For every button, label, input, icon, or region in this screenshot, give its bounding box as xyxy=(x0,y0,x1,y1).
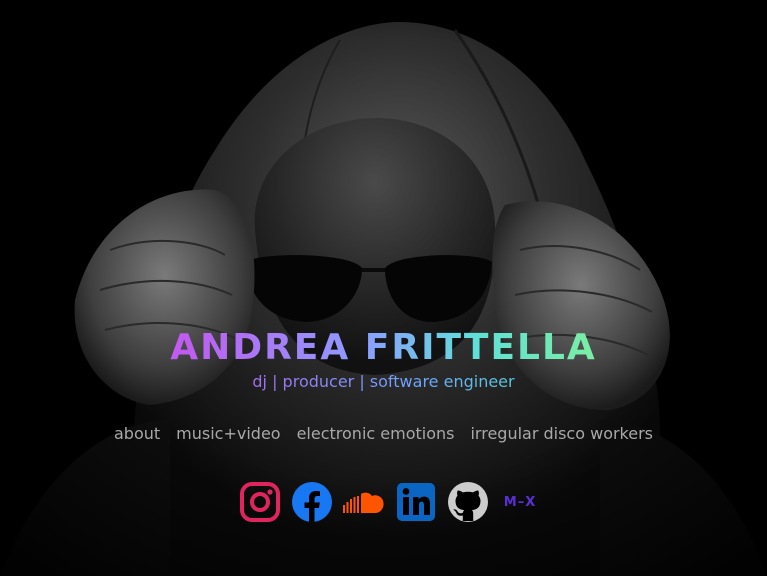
instagram-icon xyxy=(240,482,280,522)
soundcloud-icon xyxy=(343,492,384,513)
title-first-name: ANDREA xyxy=(170,327,351,368)
mixcloud-icon: M–X xyxy=(503,494,537,510)
soundcloud-link[interactable] xyxy=(342,480,386,524)
linkedin-link[interactable] xyxy=(394,480,438,524)
social-links: M–X xyxy=(238,480,542,524)
instagram-link[interactable] xyxy=(238,480,282,524)
page: ANDREA FRITTELLA dj | producer | softwar… xyxy=(0,0,767,576)
nav-link-irregular-disco-workers[interactable]: irregular disco workers xyxy=(470,423,653,445)
page-title: ANDREA FRITTELLA xyxy=(0,326,767,370)
main-nav: about music+video electronic emotions ir… xyxy=(0,423,767,445)
facebook-link[interactable] xyxy=(290,480,334,524)
linkedin-icon xyxy=(397,483,435,521)
github-icon xyxy=(448,482,488,522)
mixcloud-link[interactable]: M–X xyxy=(498,480,542,524)
nav-link-about[interactable]: about xyxy=(114,423,160,445)
nav-link-music-video[interactable]: music+video xyxy=(176,423,280,445)
title-last-name: FRITTELLA xyxy=(364,327,597,368)
nav-link-electronic-emotions[interactable]: electronic emotions xyxy=(297,423,455,445)
facebook-icon xyxy=(292,482,332,522)
tagline: dj | producer | software engineer xyxy=(0,372,767,392)
github-link[interactable] xyxy=(446,480,490,524)
